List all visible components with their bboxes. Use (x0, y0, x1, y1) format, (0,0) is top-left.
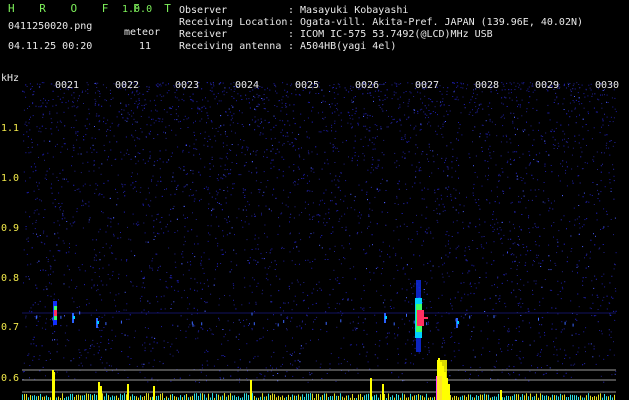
info-value-receiver: : ICOM IC-575 53.7492(@LCD)MHz USB (288, 29, 493, 40)
carrier-blip (469, 315, 471, 319)
carrier-blip (35, 316, 37, 320)
meteor-echo-tail (424, 317, 428, 319)
signal-peak-body (437, 360, 447, 400)
meteor-echo-core (417, 310, 424, 326)
carrier-blip (52, 317, 54, 321)
signal-spike (153, 386, 155, 400)
signal-spike (370, 378, 372, 400)
carrier-blip (105, 322, 107, 326)
info-key-location: Receiving Location (179, 17, 288, 28)
meteor-label: meteor (124, 27, 161, 38)
carrier-blip (201, 322, 203, 326)
x-tick-label: 0024 (235, 80, 260, 91)
app-name: H R O F F T (8, 2, 180, 15)
meteor-echo-weak-core (97, 321, 99, 324)
y-tick-label: 1.0 (1, 173, 20, 184)
meteor-echo-core (54, 310, 57, 316)
app-version: 1.0.0 (122, 4, 153, 15)
x-tick-label: 0021 (55, 80, 80, 91)
y-tick-label: 0.8 (1, 273, 20, 284)
carrier-blip (455, 318, 457, 322)
x-tick-label: 0023 (175, 80, 200, 91)
file-datetime: 04.11.25 00:20 (8, 41, 93, 52)
info-value-antenna: : A504HB(yagi 4el) (288, 41, 397, 52)
meteor-echo-weak-core (385, 316, 387, 319)
y-tick-label: 0.6 (1, 373, 20, 384)
info-value-observer: : Masayuki Kobayashi (288, 5, 409, 16)
noise-field (22, 82, 617, 383)
y-tick-label: 0.7 (1, 322, 20, 333)
hroft-window: H R O F F T 1.0.0 0411250020.png 04.11.2… (0, 0, 629, 400)
carrier-blip (325, 321, 327, 325)
signal-spike (382, 384, 384, 400)
carrier-blip (393, 322, 395, 326)
signal-trace (22, 393, 615, 400)
signal-spike (100, 386, 102, 400)
x-tick-label: 0030 (595, 80, 620, 91)
meteor-echo-weak-core (73, 316, 75, 319)
carrier-blip (192, 323, 194, 327)
signal-spike (53, 372, 55, 400)
carrier-blip (253, 322, 255, 326)
x-tick-label: 0022 (115, 80, 140, 91)
carrier-blip (572, 323, 574, 327)
x-tick-label: 0029 (535, 80, 560, 91)
info-key-observer: Observer (179, 5, 228, 16)
info-key-receiver: Receiver (179, 29, 228, 40)
carrier-blip (79, 311, 81, 315)
info-value-location: : Ogata-vill. Akita-Pref. JAPAN (139.96E… (288, 17, 584, 28)
x-tick-label: 0028 (475, 80, 500, 91)
axis-unit: kHz (1, 73, 20, 84)
carrier-blip (406, 313, 407, 317)
carrier-blip (60, 315, 62, 319)
meteor-count: 11 (139, 41, 152, 52)
signal-spike (98, 382, 100, 400)
carrier-blip (493, 315, 495, 319)
carrier-blip (120, 320, 122, 324)
file-name: 0411250020.png (8, 21, 93, 32)
carrier-blip (251, 312, 253, 316)
x-tick-label: 0025 (295, 80, 320, 91)
signal-spike (448, 384, 450, 400)
carrier-blip (277, 323, 279, 327)
y-tick-label: 0.9 (1, 223, 20, 234)
meteor-echo-weak-core (457, 321, 459, 324)
signal-spike (127, 384, 129, 400)
carrier-blip (426, 322, 428, 326)
x-tick-label: 0026 (355, 80, 380, 91)
carrier-blip (283, 320, 285, 323)
signal-spike (500, 390, 502, 400)
x-tick-label: 0027 (415, 80, 440, 91)
carrier-blip (538, 317, 539, 321)
signal-spike (250, 380, 252, 400)
carrier-blip (564, 321, 566, 325)
carrier-blip (413, 320, 415, 324)
spectrogram (22, 82, 617, 400)
y-tick-label: 1.1 (1, 123, 20, 134)
carrier-blip (340, 319, 342, 323)
info-key-antenna: Receiving antenna (179, 41, 282, 52)
